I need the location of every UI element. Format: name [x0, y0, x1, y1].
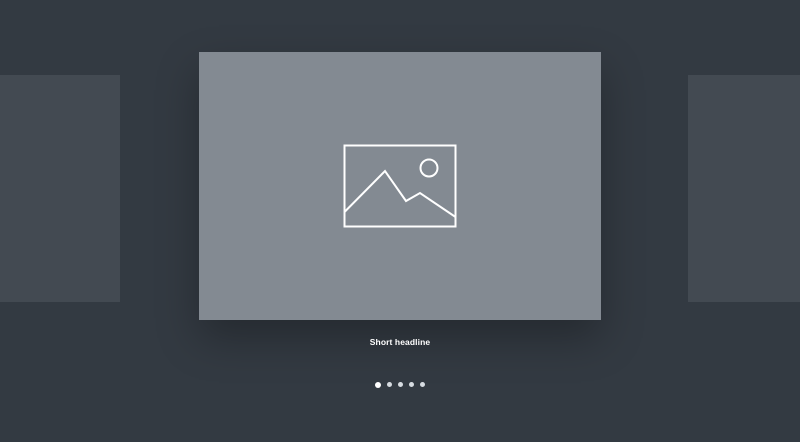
carousel-stage: Short headline — [0, 0, 800, 442]
pagination-dot-2[interactable] — [387, 382, 392, 387]
image-placeholder-icon — [343, 144, 457, 228]
pagination-dot-4[interactable] — [409, 382, 414, 387]
pagination-dot-5[interactable] — [420, 382, 425, 387]
pagination-dot-3[interactable] — [398, 382, 403, 387]
carousel-pagination — [0, 381, 800, 388]
next-slide[interactable] — [688, 75, 800, 302]
previous-slide[interactable] — [0, 75, 120, 302]
main-slide[interactable] — [199, 52, 601, 320]
pagination-dot-1[interactable] — [375, 381, 381, 388]
slide-caption: Short headline — [369, 337, 431, 347]
